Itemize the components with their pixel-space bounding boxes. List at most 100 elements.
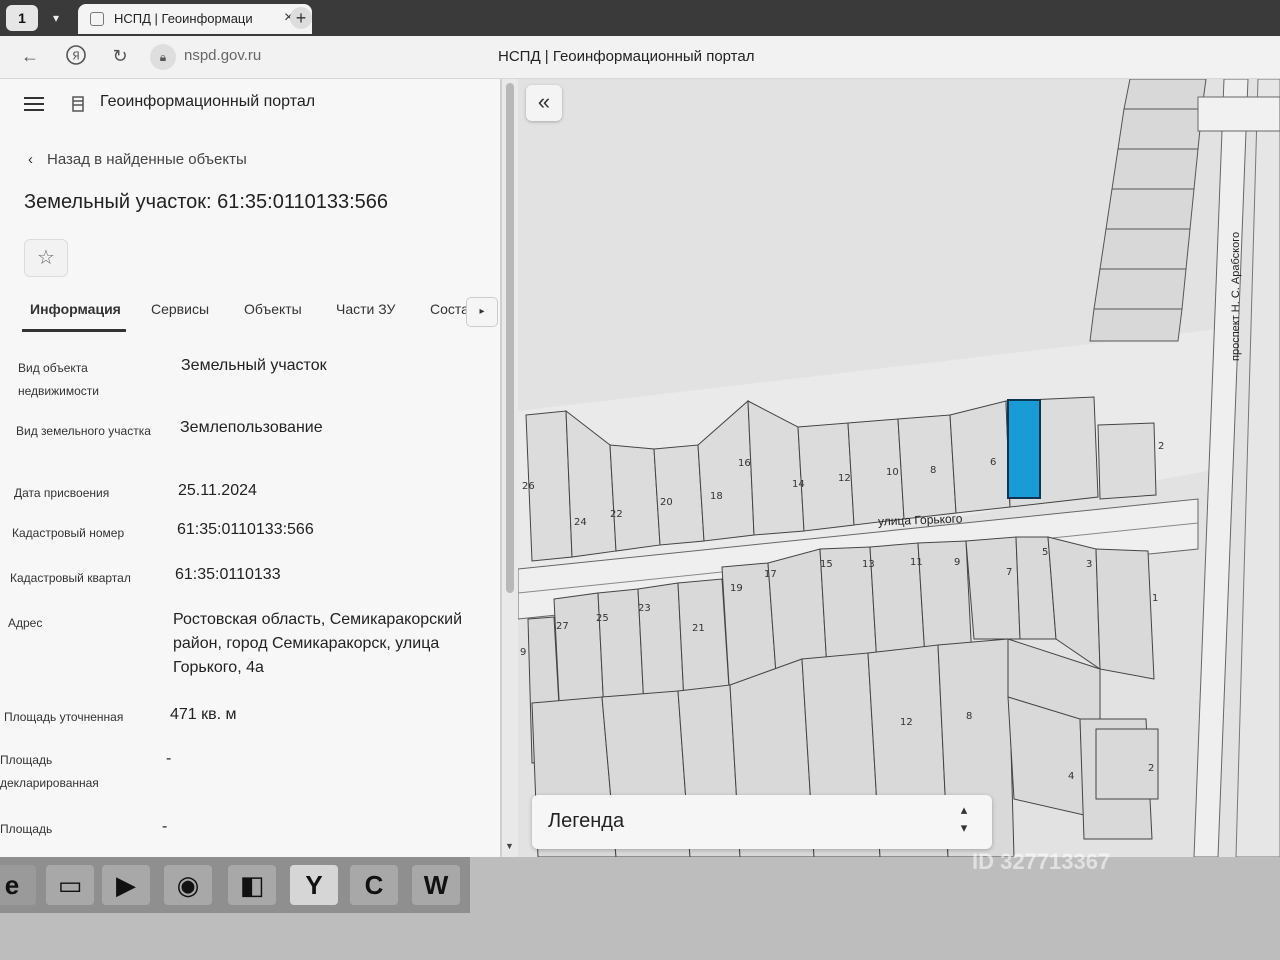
parcel-number: 21 bbox=[692, 623, 705, 634]
collapse-panel-button[interactable]: « bbox=[526, 85, 562, 121]
parcel-number: 7 bbox=[1006, 567, 1012, 578]
parcel-number: 24 bbox=[574, 517, 587, 528]
parcel-number: 18 bbox=[710, 491, 723, 502]
double-chevron-left-icon: « bbox=[537, 89, 551, 114]
parcel-number: 2 bbox=[1158, 441, 1164, 452]
tab-information[interactable]: Информация bbox=[30, 301, 121, 317]
parcel-number: 4 bbox=[1068, 771, 1074, 782]
parcel-number: 12 bbox=[838, 473, 851, 484]
explorer-icon[interactable]: ▭ bbox=[46, 865, 94, 905]
files-icon[interactable]: ◧ bbox=[228, 865, 276, 905]
map-canvas[interactable]: 26 24 22 20 18 16 14 12 10 8 6 2 27 25 2… bbox=[518, 79, 1280, 857]
taskbar-apps: e ▭ ▶ ◉ ◧ Y C W bbox=[0, 857, 470, 913]
legend-panel[interactable]: Легенда ▴ ▾ bbox=[532, 795, 992, 849]
field-value-area-declared: - bbox=[166, 750, 172, 767]
edge-icon[interactable]: e bbox=[0, 865, 36, 905]
parcel-number: 14 bbox=[792, 479, 805, 490]
hamburger-menu-icon[interactable] bbox=[24, 97, 44, 111]
parcel-number: 9 bbox=[954, 557, 960, 568]
chevron-left-icon: ‹ bbox=[28, 151, 33, 168]
parcel-number: 15 bbox=[820, 559, 833, 570]
ccleaner-icon[interactable]: C bbox=[350, 865, 398, 905]
info-tabs: Информация Сервисы Объекты Части ЗУ Сост… bbox=[0, 297, 500, 332]
parcel-number: 23 bbox=[638, 603, 651, 614]
street-label-gorky: улица Горького bbox=[877, 511, 963, 529]
parcel-number: 1 bbox=[1152, 593, 1158, 604]
info-panel: Геоинформационный портал ‹ Назад в найден… bbox=[0, 79, 500, 857]
reload-icon[interactable]: ↻ bbox=[108, 44, 132, 68]
parcel-number: 25 bbox=[596, 613, 609, 624]
tab-parts[interactable]: Части ЗУ bbox=[336, 301, 395, 317]
field-label-address: Адрес bbox=[8, 616, 43, 630]
yandex-icon[interactable]: Я bbox=[64, 44, 88, 68]
legend-expand-icon[interactable]: ▴ ▾ bbox=[954, 801, 974, 837]
parcel-number: 19 bbox=[730, 583, 743, 594]
os-taskbar: e ▭ ▶ ◉ ◧ Y C W ID 327713367 bbox=[0, 849, 1280, 960]
parcel-number: 8 bbox=[930, 465, 936, 476]
field-value-cadastral-number[interactable]: 61:35:0110133:566 bbox=[177, 518, 497, 542]
tabs-dropdown-icon[interactable]: ▾ bbox=[46, 8, 66, 28]
active-tab-indicator bbox=[22, 329, 126, 332]
parcel-number: 9 bbox=[520, 647, 526, 658]
tab-services[interactable]: Сервисы bbox=[151, 301, 209, 317]
new-tab-button[interactable]: + bbox=[290, 7, 312, 29]
field-label-object-type: Вид объекта недвижимости bbox=[18, 361, 99, 398]
parcel-number: 5 bbox=[1042, 547, 1048, 558]
browser-tab[interactable]: НСПД | Геоинформаци × bbox=[78, 4, 312, 34]
address-bar[interactable]: nspd.gov.ru bbox=[184, 47, 261, 64]
parcel-number: 12 bbox=[900, 717, 913, 728]
tab-composition[interactable]: Соста bbox=[430, 301, 466, 317]
parcel-number: 2 bbox=[1148, 763, 1154, 774]
panel-scrollbar-thumb[interactable] bbox=[506, 83, 514, 593]
parcel-number: 27 bbox=[556, 621, 569, 632]
building-top-right bbox=[1197, 96, 1280, 132]
tab-favicon-icon bbox=[90, 12, 104, 26]
legend-label: Легенда bbox=[548, 810, 625, 832]
field-label-assign-date: Дата присвоения bbox=[14, 486, 110, 500]
field-value-area-refined: 471 кв. м bbox=[170, 706, 237, 723]
field-label-cadastral-number: Кадастровый номер bbox=[12, 526, 125, 540]
app-menu-button[interactable]: 1 bbox=[6, 5, 38, 31]
back-to-results-link[interactable]: ‹ Назад в найденные объекты bbox=[28, 151, 247, 168]
field-value-land-type: Землепользование bbox=[180, 419, 323, 436]
portal-title: Геоинформационный портал bbox=[100, 93, 316, 110]
yandex-browser-icon[interactable]: Y bbox=[290, 865, 338, 905]
field-label-cadastral-quarter: Кадастровый квартал bbox=[10, 571, 131, 585]
lock-icon[interactable]: 🔒︎ bbox=[150, 44, 176, 70]
scroll-down-arrow-icon[interactable]: ▼ bbox=[505, 841, 514, 851]
field-value-cadastral-quarter[interactable]: 61:35:0110133 bbox=[175, 563, 495, 587]
parcel-number: 22 bbox=[610, 509, 623, 520]
star-icon: ☆ bbox=[37, 247, 55, 269]
chrome-icon[interactable]: ◉ bbox=[164, 865, 212, 905]
field-value-object-type: Земельный участок bbox=[181, 357, 327, 374]
object-title: Земельный участок: 61:35:0110133:566 bbox=[24, 191, 389, 213]
back-arrow-icon[interactable]: ← bbox=[18, 44, 42, 68]
parcel-number: 20 bbox=[660, 497, 673, 508]
browser-tab-strip: 1 ▾ НСПД | Геоинформаци × + bbox=[0, 0, 1280, 36]
page-heading: НСПД | Геоинформационный портал bbox=[498, 48, 755, 65]
field-label-land-type: Вид земельного участка bbox=[16, 424, 151, 438]
portal-logo-icon bbox=[70, 95, 86, 113]
field-label-area: Площадь bbox=[0, 822, 53, 836]
parcel-number: 10 bbox=[886, 467, 899, 478]
field-value-area: - bbox=[162, 818, 168, 835]
cadastral-map[interactable]: 26 24 22 20 18 16 14 12 10 8 6 2 27 25 2… bbox=[518, 79, 1280, 857]
tabs-scroll-right-icon[interactable]: ▸ bbox=[466, 297, 498, 327]
tab-objects[interactable]: Объекты bbox=[244, 301, 302, 317]
word-icon[interactable]: W bbox=[412, 865, 460, 905]
watermark: ID 327713367 bbox=[972, 849, 1111, 874]
parcel-number: 16 bbox=[738, 458, 751, 469]
parcel-number: 17 bbox=[764, 569, 777, 580]
favorite-star-button[interactable]: ☆ bbox=[24, 239, 68, 277]
svg-text:Я: Я bbox=[72, 50, 80, 63]
tab-title: НСПД | Геоинформаци bbox=[114, 11, 253, 26]
browser-toolbar: ← Я ↻ 🔒︎ nspd.gov.ru НСПД | Геоинформаци… bbox=[0, 36, 1280, 79]
selected-parcel bbox=[1007, 399, 1041, 499]
media-icon[interactable]: ▶ bbox=[102, 865, 150, 905]
panel-scrollbar[interactable]: ▼ bbox=[502, 79, 518, 857]
back-link-label: Назад в найденные объекты bbox=[47, 151, 247, 168]
parcel-number: 11 bbox=[910, 557, 923, 568]
field-value-address: Ростовская область, Семикаракорский райо… bbox=[173, 611, 463, 676]
parcel-number: 8 bbox=[966, 711, 972, 722]
field-label-area-declared: Площадь декларированная bbox=[0, 753, 99, 790]
